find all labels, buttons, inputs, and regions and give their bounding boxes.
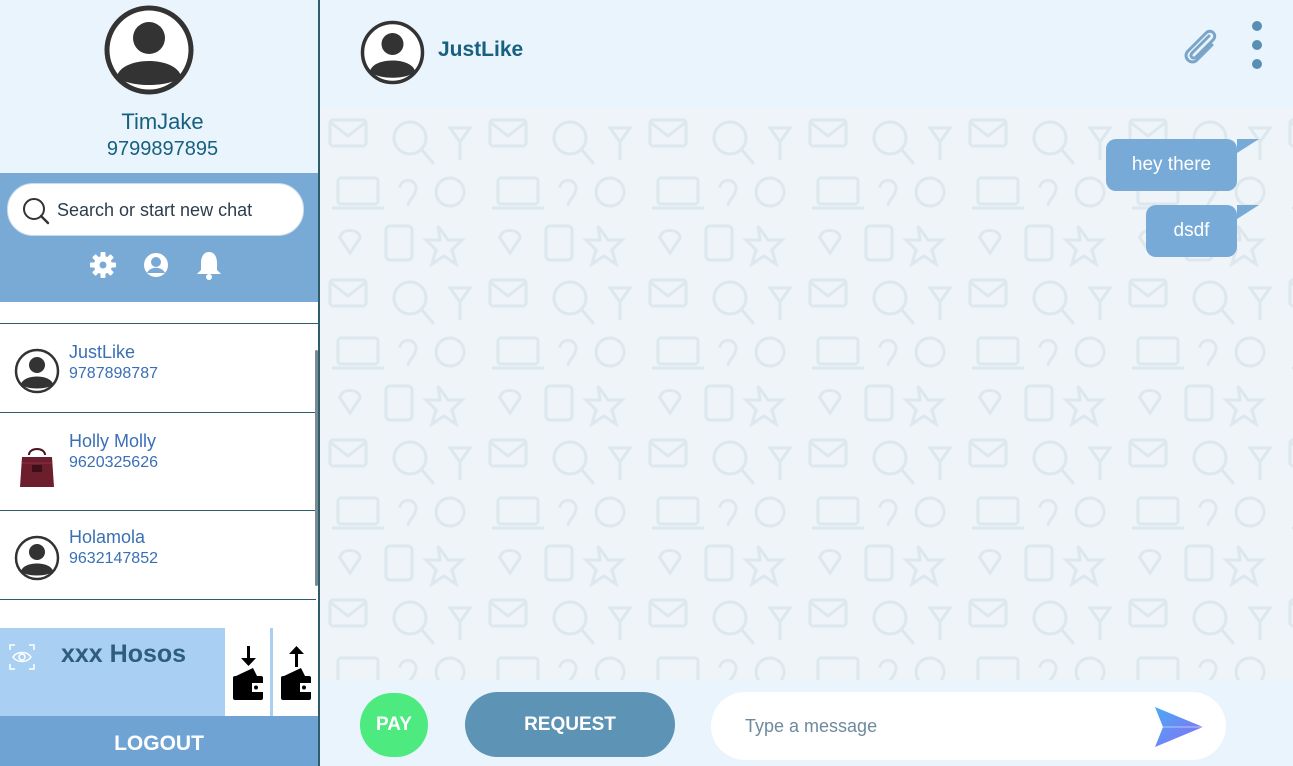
wallet-bar: xxx Hosos — [0, 628, 318, 716]
wallet-name: xxx Hosos — [61, 640, 187, 668]
bubble-tail — [1237, 139, 1259, 153]
contact-item-justlike[interactable]: JustLike 9787898787 — [0, 324, 316, 413]
request-button[interactable]: REQUEST — [465, 692, 675, 757]
search-panel — [0, 173, 318, 302]
chat-panel: JustLike hey there dsdf PAY REQUEST Type… — [320, 0, 1293, 766]
chat-header: JustLike — [320, 0, 1293, 108]
contact-avatar-icon — [14, 348, 60, 394]
contact-list[interactable]: JustLike 9787898787 Holly Molly 96203256… — [0, 302, 318, 628]
logout-button[interactable]: LOGOUT — [0, 716, 318, 766]
paperclip-icon[interactable] — [1178, 24, 1222, 68]
eye-icon[interactable] — [9, 644, 35, 670]
contact-avatar-icon — [14, 535, 60, 581]
list-item-partial — [0, 302, 318, 324]
wallet-receive-button[interactable] — [225, 628, 270, 716]
message-bubble-sent[interactable]: hey there — [1106, 139, 1259, 191]
wallpaper-pattern — [320, 108, 1293, 680]
contact-item-holamola[interactable]: Holamola 9632147852 — [0, 511, 316, 600]
contact-icon[interactable] — [141, 249, 171, 281]
profile-phone: 9799897895 — [106, 138, 219, 160]
contact-name: Holamola — [69, 527, 146, 547]
contact-phone: 9632147852 — [69, 550, 158, 567]
message-area: hey there dsdf — [320, 108, 1293, 680]
contact-phone: 9620325626 — [69, 454, 158, 471]
chat-contact-avatar-icon[interactable] — [360, 20, 425, 85]
profile-header: TimJake 9799897895 — [0, 0, 318, 173]
message-bubble-sent[interactable]: dsdf — [1146, 205, 1259, 257]
message-composer: PAY REQUEST — [320, 680, 1293, 766]
message-input[interactable] — [745, 712, 1125, 740]
bell-icon[interactable] — [194, 249, 224, 281]
contact-name: JustLike — [69, 342, 136, 362]
quick-actions — [0, 249, 318, 283]
list-scrollbar[interactable] — [315, 350, 318, 586]
contact-item-holly-molly[interactable]: Holly Molly 9620325626 — [0, 413, 316, 511]
message-text: dsdf — [1173, 220, 1210, 241]
more-options-icon[interactable] — [1248, 18, 1266, 74]
pay-button[interactable]: PAY — [360, 693, 428, 757]
message-text: hey there — [1131, 154, 1212, 175]
send-icon[interactable] — [1153, 705, 1205, 749]
wallet-upload-icon — [281, 646, 311, 700]
contact-phone: 9787898787 — [69, 365, 158, 382]
profile-name: TimJake — [121, 109, 204, 134]
search-input[interactable] — [57, 197, 292, 223]
handbag-avatar-icon — [20, 448, 54, 487]
sidebar: TimJake 9799897895 Search or start new c… — [0, 0, 320, 766]
search-box — [7, 183, 304, 236]
wallet-send-button[interactable] — [273, 628, 318, 716]
search-icon — [23, 198, 50, 225]
contact-name: Holly Molly — [69, 431, 157, 451]
gear-icon[interactable] — [88, 249, 118, 281]
chat-contact-name: JustLike — [438, 38, 524, 61]
bubble-tail — [1237, 205, 1259, 219]
profile-avatar-icon[interactable] — [103, 4, 195, 96]
message-box — [711, 692, 1226, 760]
wallet-download-icon — [233, 646, 263, 700]
